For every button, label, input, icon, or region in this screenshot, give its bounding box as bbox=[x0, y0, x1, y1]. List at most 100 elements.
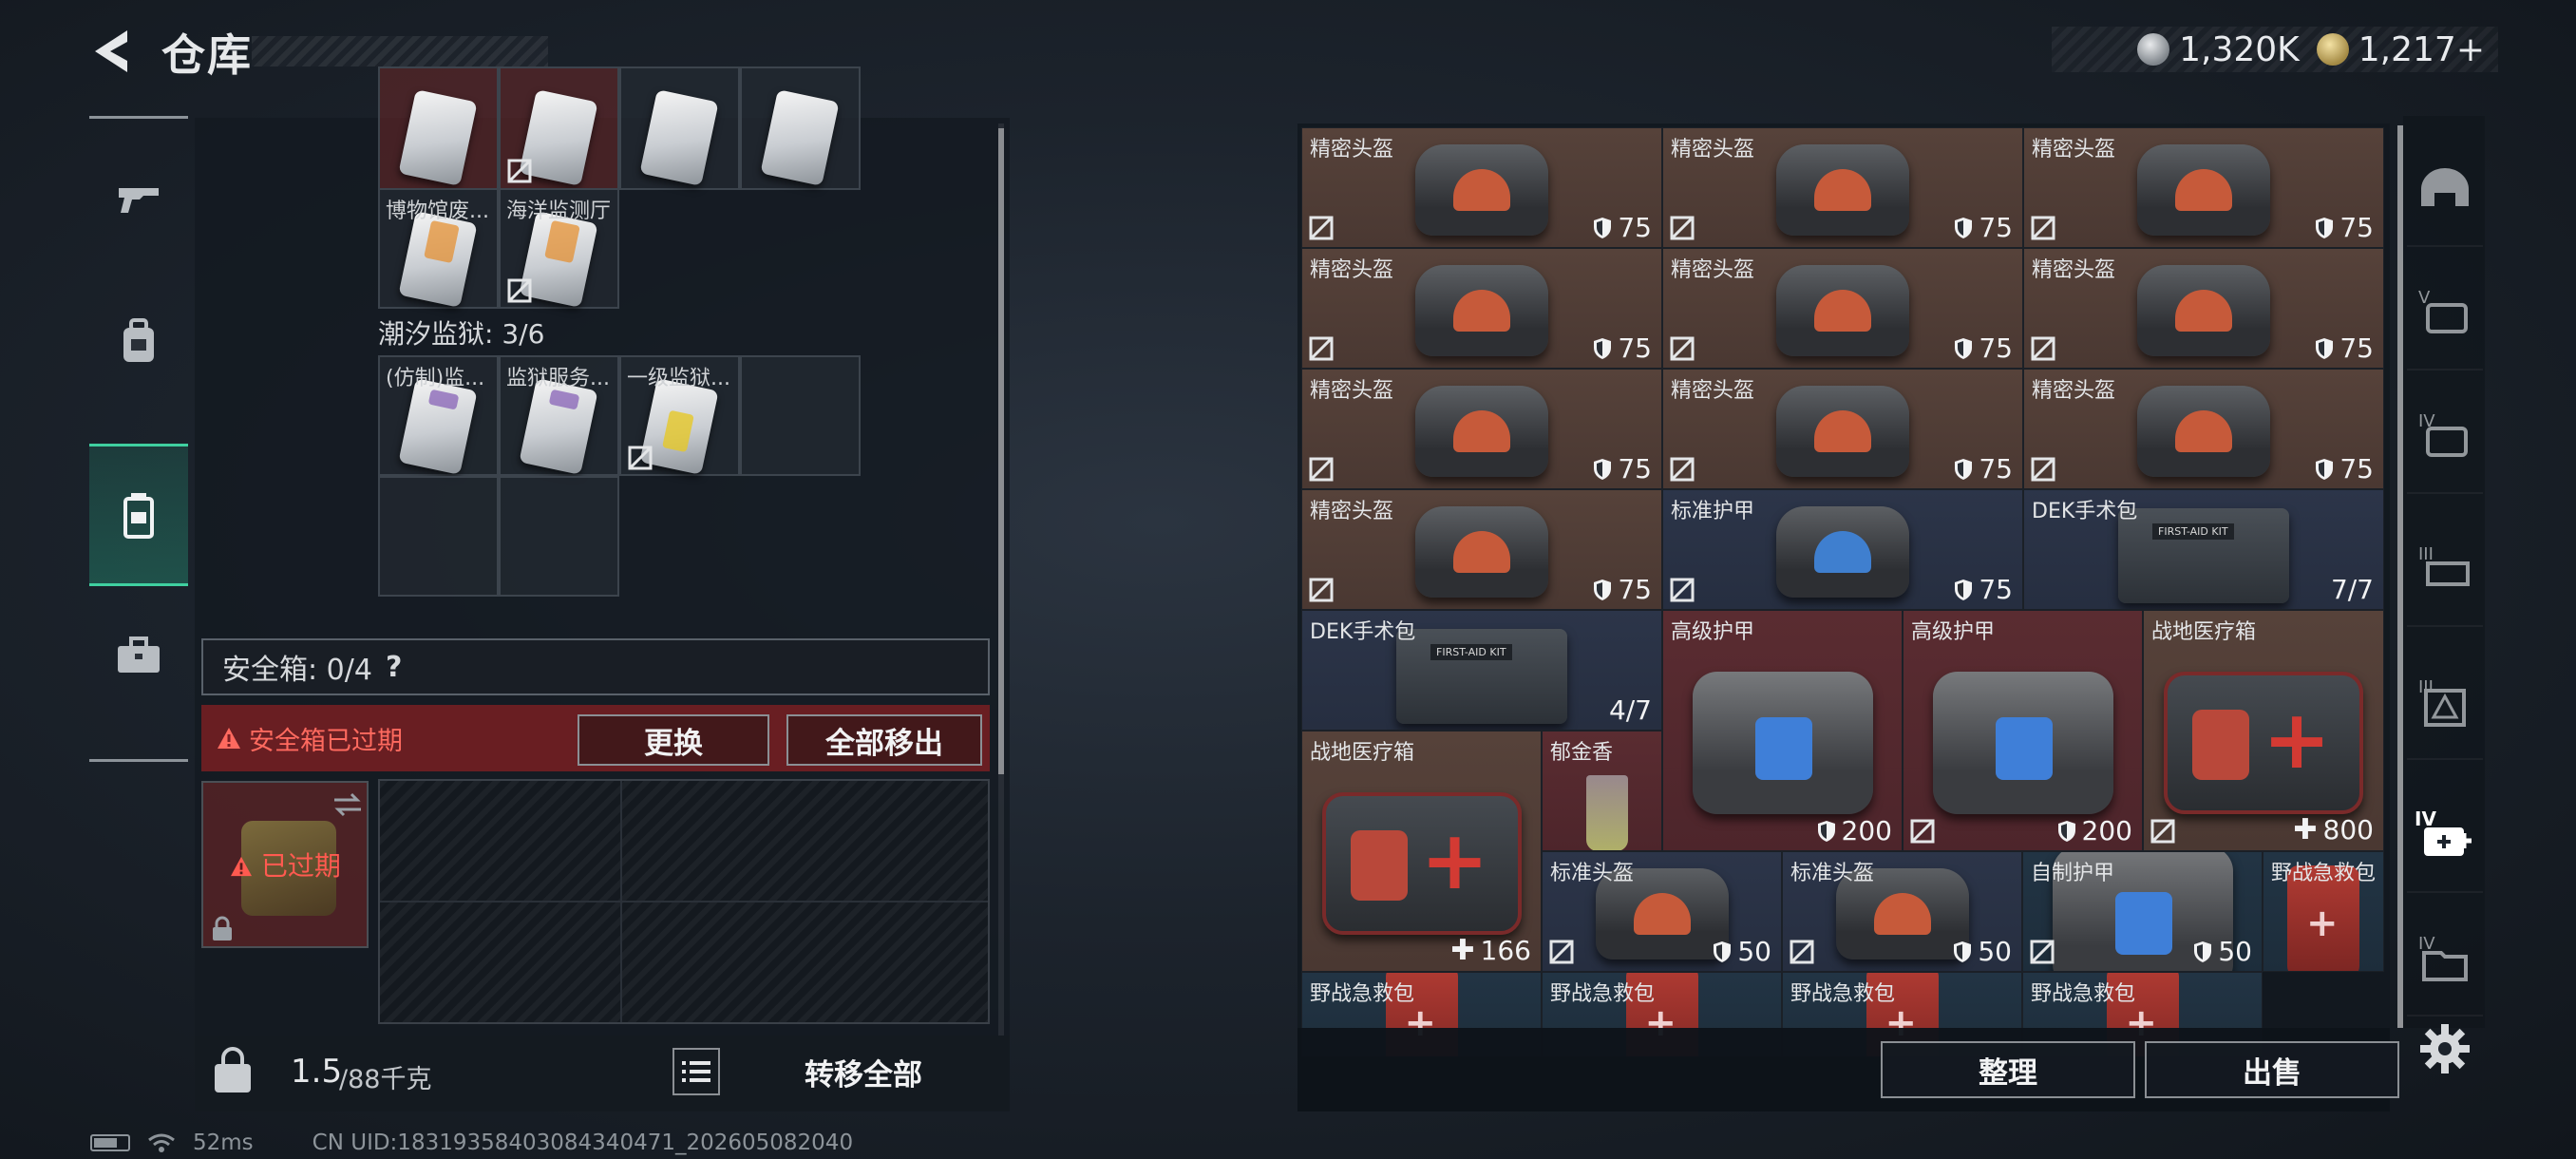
help-icon[interactable]: ? bbox=[386, 651, 402, 684]
item-name: 战地医疗箱 bbox=[1310, 741, 1415, 765]
inventory-item[interactable]: 精密头盔 75 bbox=[1662, 248, 2023, 369]
safe-box-warning-text: 安全箱已过期 bbox=[249, 726, 403, 756]
item-name: 精密头盔 bbox=[2032, 138, 2116, 162]
item-name: 精密头盔 bbox=[1310, 138, 1394, 162]
inventory-item[interactable]: 精密头盔 75 bbox=[2023, 369, 2384, 489]
inventory-item[interactable]: DEK手术包 7/7 bbox=[2023, 489, 2384, 610]
helmet-image bbox=[2137, 265, 2270, 356]
container-slot[interactable]: 监狱服务... bbox=[499, 355, 619, 476]
container-slot[interactable]: (仿制)监... bbox=[378, 355, 499, 476]
item-name: 野战急救包 bbox=[1790, 982, 1896, 1006]
tab-briefcase[interactable] bbox=[89, 584, 188, 727]
transfer-all-button[interactable]: 转移全部 bbox=[735, 1045, 992, 1098]
filter-tab-helmet[interactable] bbox=[2407, 133, 2483, 247]
sell-button[interactable]: 出售 bbox=[2145, 1041, 2399, 1098]
right-scrollbar[interactable] bbox=[2397, 125, 2403, 1028]
empty-slot[interactable] bbox=[499, 476, 619, 597]
container-slot[interactable]: 博物馆废... bbox=[378, 188, 499, 309]
safe-box-grid[interactable] bbox=[378, 779, 990, 1024]
filter-tab-folder[interactable]: IV bbox=[2407, 902, 2483, 1016]
item-name: 野战急救包 bbox=[1550, 982, 1656, 1006]
inventory-item[interactable]: 精密头盔 75 bbox=[1301, 127, 1662, 248]
no-transfer-icon bbox=[2031, 216, 2055, 240]
uid-text: CN UID:18319358403084340471_202605082040 bbox=[312, 1130, 854, 1155]
list-icon[interactable] bbox=[672, 1048, 720, 1095]
container-slot[interactable]: 一级监狱... bbox=[619, 355, 740, 476]
swap-icon bbox=[334, 792, 361, 817]
empty-slot[interactable] bbox=[740, 355, 861, 476]
item-value: 75 bbox=[2315, 212, 2374, 243]
kit-image bbox=[2118, 507, 2289, 603]
filter-tab-armor-iv[interactable]: IV bbox=[2407, 380, 2483, 494]
inventory-item[interactable]: 标准护甲 75 bbox=[1662, 489, 2023, 610]
weight-icon bbox=[215, 1047, 251, 1092]
replace-button[interactable]: 更换 bbox=[578, 714, 769, 766]
helmet-image bbox=[2137, 144, 2270, 236]
no-transfer-icon bbox=[2150, 819, 2175, 844]
container-slot[interactable] bbox=[378, 66, 499, 190]
medkit-iv-filter-icon: IV bbox=[2415, 808, 2472, 856]
item-name: 精密头盔 bbox=[1310, 379, 1394, 403]
page-title: 仓库 bbox=[161, 29, 253, 81]
no-transfer-icon bbox=[1670, 578, 1695, 602]
svg-text:IV: IV bbox=[2415, 808, 2436, 830]
inventory-item[interactable]: 精密头盔 75 bbox=[2023, 127, 2384, 248]
durability-shield-icon bbox=[2194, 940, 2212, 962]
inventory-item[interactable]: 自制护甲 50 bbox=[2022, 851, 2263, 972]
inventory-item[interactable]: 战地医疗箱 ✚800 bbox=[2143, 610, 2384, 851]
container-icon bbox=[123, 493, 154, 539]
container-label: 海洋监测厅 bbox=[506, 200, 612, 223]
container-slot[interactable] bbox=[740, 66, 861, 190]
inventory-item[interactable]: 标准头盔 50 bbox=[1542, 851, 1782, 972]
title-stripe bbox=[252, 36, 548, 66]
inventory-item[interactable]: 郁金香 bbox=[1542, 731, 1662, 851]
filter-tab-armor-v[interactable]: V bbox=[2407, 256, 2483, 370]
left-scrollbar[interactable] bbox=[998, 128, 1004, 774]
filter-tab-armor-iii[interactable]: III bbox=[2407, 513, 2483, 627]
tab-weapons[interactable] bbox=[89, 128, 188, 271]
item-name: 精密头盔 bbox=[2032, 379, 2116, 403]
inventory-item[interactable]: 精密头盔 75 bbox=[1301, 369, 1662, 489]
safe-box-header: 安全箱: 0/4 ? bbox=[201, 638, 990, 695]
inventory-item[interactable]: 精密头盔 75 bbox=[1662, 127, 2023, 248]
inventory-item[interactable]: 野战急救包 bbox=[2263, 851, 2384, 972]
no-transfer-icon bbox=[507, 159, 532, 183]
inventory-item[interactable]: 高级护甲 200 bbox=[1903, 610, 2143, 851]
item-value-text: 75 bbox=[1979, 453, 2013, 484]
empty-slot[interactable] bbox=[378, 476, 499, 597]
tab-backpack[interactable] bbox=[89, 271, 188, 413]
inventory-item[interactable]: 精密头盔 75 bbox=[1662, 369, 2023, 489]
inventory-item[interactable]: 精密头盔 75 bbox=[2023, 248, 2384, 369]
item-value: 75 bbox=[2315, 453, 2374, 484]
list-view-icon bbox=[682, 1061, 710, 1082]
item-name: 野战急救包 bbox=[2031, 982, 2136, 1006]
inventory-item[interactable]: 精密头盔 75 bbox=[1301, 489, 1662, 610]
inventory-item[interactable]: 战地医疗箱 ✚166 bbox=[1301, 731, 1542, 972]
inventory-item[interactable]: DEK手术包 4/7 bbox=[1301, 610, 1662, 731]
helmet-image bbox=[1776, 386, 1909, 477]
inventory-item[interactable]: 标准头盔 50 bbox=[1782, 851, 2022, 972]
folder-iv-filter-icon: IV bbox=[2418, 934, 2468, 981]
inventory-item[interactable]: 精密头盔 75 bbox=[1301, 248, 1662, 369]
filter-tab-hazard[interactable]: III bbox=[2407, 646, 2483, 760]
back-arrow-icon[interactable] bbox=[85, 25, 139, 78]
container-slot[interactable]: 海洋监测厅 bbox=[499, 188, 619, 309]
helmet-image bbox=[1415, 386, 1548, 477]
sort-button[interactable]: 整理 bbox=[1881, 1041, 2135, 1098]
durability-shield-icon bbox=[1817, 820, 1835, 842]
move-all-out-button[interactable]: 全部移出 bbox=[786, 714, 982, 766]
cup-image bbox=[1586, 775, 1628, 850]
warning-icon bbox=[231, 856, 252, 877]
warning-icon bbox=[218, 728, 240, 749]
settings-gear-icon[interactable] bbox=[2418, 1022, 2472, 1075]
container-label: (仿制)监... bbox=[386, 367, 485, 390]
filter-tab-medical[interactable]: IV bbox=[2407, 779, 2483, 893]
tab-containers[interactable] bbox=[89, 444, 188, 586]
gold-coin-icon bbox=[2316, 33, 2349, 66]
item-value: 75 bbox=[1593, 332, 1652, 364]
container-slot[interactable] bbox=[499, 66, 619, 190]
container-slot[interactable] bbox=[619, 66, 740, 190]
container-label: 监狱服务... bbox=[506, 367, 610, 390]
item-value-text: 75 bbox=[2339, 212, 2374, 243]
inventory-item[interactable]: 高级护甲 200 bbox=[1662, 610, 1903, 851]
